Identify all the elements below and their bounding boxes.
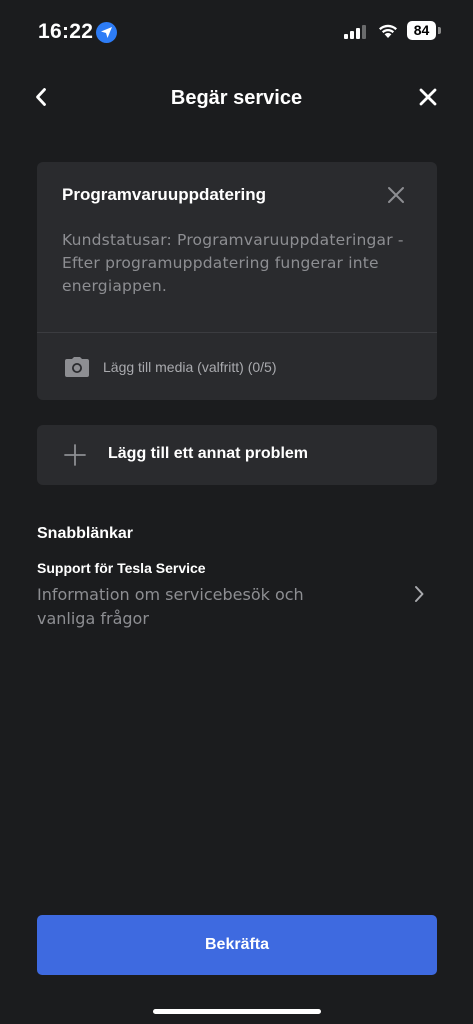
status-bar: 16:22 84 <box>0 0 473 60</box>
quick-link-title: Support för Tesla Service <box>37 560 206 576</box>
camera-icon <box>64 357 90 382</box>
close-icon <box>419 88 437 106</box>
add-media-button[interactable]: Lägg till media (valfritt) (0/5) <box>37 333 437 400</box>
battery-icon: 84 <box>407 21 441 40</box>
add-problem-label: Lägg till ett annat problem <box>108 445 309 462</box>
issue-card: Programvaruuppdatering Kundstatusar: Pro… <box>37 162 437 400</box>
status-time: 16:22 <box>38 20 94 43</box>
add-problem-button[interactable]: Lägg till ett annat problem <box>37 425 437 485</box>
plus-icon <box>64 444 86 471</box>
battery-level: 84 <box>407 21 436 40</box>
chevron-right-icon <box>413 585 425 608</box>
home-indicator[interactable] <box>153 1009 321 1014</box>
add-media-label: Lägg till media (valfritt) (0/5) <box>103 359 277 375</box>
remove-issue-button[interactable] <box>383 182 409 208</box>
confirm-button[interactable]: Bekräfta <box>37 915 437 975</box>
close-button[interactable] <box>413 82 443 112</box>
header: Begär service <box>0 70 473 126</box>
close-icon <box>388 187 404 203</box>
quick-link-description: Information om servicebesök och vanliga … <box>37 585 304 628</box>
quick-link-tesla-service[interactable]: Support för Tesla Service Information om… <box>37 556 437 636</box>
issue-description: Kundstatusar: Programvaruuppdateringar -… <box>62 231 404 295</box>
location-arrow-icon <box>96 22 117 43</box>
issue-title: Programvaruuppdatering <box>62 185 267 204</box>
page-title: Begär service <box>170 87 303 109</box>
signal-icon <box>344 25 368 39</box>
wifi-icon <box>377 22 399 44</box>
quick-links-heading: Snabblänkar <box>37 525 134 542</box>
